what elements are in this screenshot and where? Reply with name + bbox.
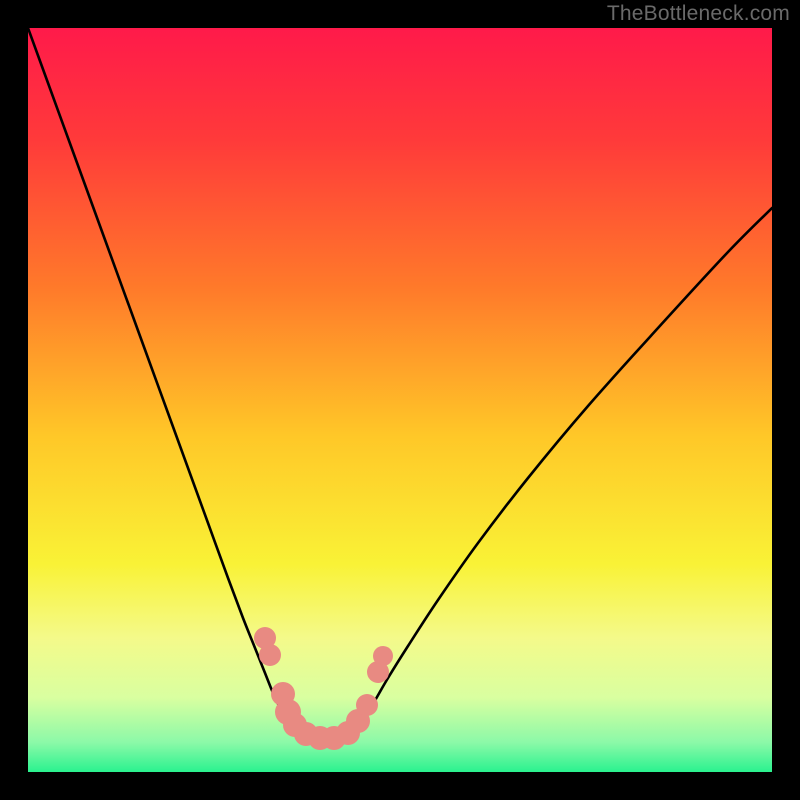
- chart-frame: [0, 0, 800, 800]
- watermark-text: TheBottleneck.com: [607, 2, 790, 26]
